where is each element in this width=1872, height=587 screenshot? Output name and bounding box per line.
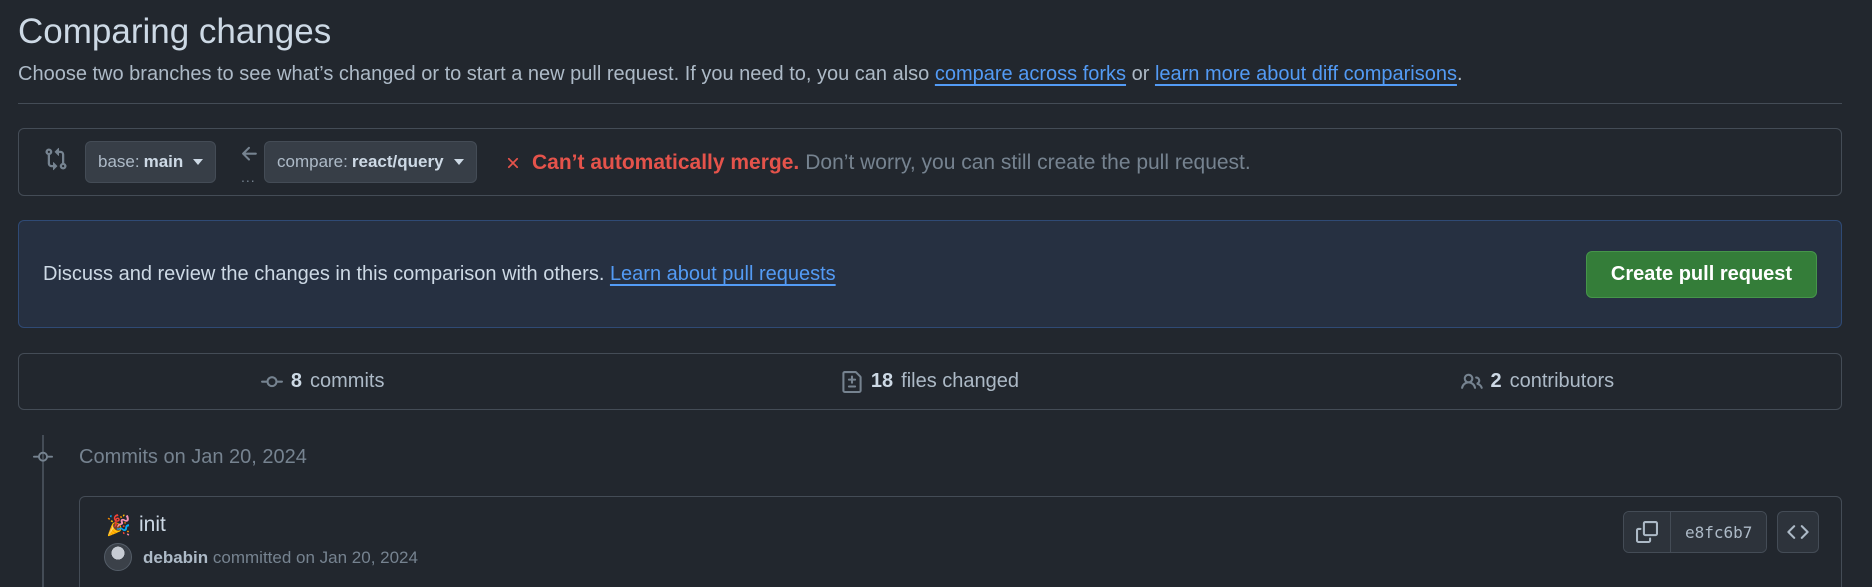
commits-summary[interactable]: 8 commits xyxy=(19,354,626,409)
git-compare-icon xyxy=(45,147,67,171)
commits-count: 8 xyxy=(290,370,302,392)
learn-about-pull-requests-link[interactable]: Learn about pull requests xyxy=(610,263,836,285)
subtitle-or: or xyxy=(1126,63,1155,85)
compare-branch-name: react/query xyxy=(351,152,444,171)
party-popper-icon: 🎉 xyxy=(106,515,131,537)
page-subtitle: Choose two branches to see what’s change… xyxy=(18,63,1463,86)
contributors-label: contributors xyxy=(1509,370,1615,392)
contributors-count: 2 xyxy=(1490,370,1502,392)
compare-across-forks-link[interactable]: compare across forks xyxy=(935,63,1126,85)
x-icon xyxy=(507,157,519,169)
header-divider xyxy=(18,103,1842,104)
create-pull-request-button[interactable]: Create pull request xyxy=(1586,251,1817,298)
commit-sha-link[interactable]: e8fc6b7 xyxy=(1671,512,1767,552)
range-dots: ... xyxy=(241,169,256,185)
pr-prompt-label: Discuss and review the changes in this c… xyxy=(43,263,610,285)
arrow-left-icon xyxy=(242,146,257,161)
commits-date-heading: Commits on Jan 20, 2024 xyxy=(79,446,307,468)
merge-info-text: Don’t worry, you can still create the pu… xyxy=(805,151,1251,174)
base-prefix: base: xyxy=(98,152,140,171)
browse-repository-button[interactable] xyxy=(1777,511,1819,553)
base-branch-select[interactable]: base: main xyxy=(85,141,217,183)
commit-meta: debabin committed on Jan 20, 2024 xyxy=(143,548,418,568)
files-count: 18 xyxy=(870,370,894,392)
files-summary[interactable]: 18 files changed xyxy=(626,354,1233,409)
contributors-summary[interactable]: 2 contributors xyxy=(1234,354,1841,409)
subtitle-suffix: . xyxy=(1456,63,1463,85)
compare-branch-select[interactable]: compare: react/query xyxy=(264,141,477,183)
file-diff-icon xyxy=(842,370,862,393)
merge-status: Can’t automatically merge. Don’t worry, … xyxy=(504,151,1251,175)
create-pr-prompt: Discuss and review the changes in this c… xyxy=(18,220,1842,328)
files-label: files changed xyxy=(901,370,1020,392)
merge-error-text: Can’t automatically merge. xyxy=(532,151,800,174)
base-branch-name: main xyxy=(143,152,184,171)
chevron-down-icon xyxy=(193,159,204,165)
commit-sha-group: e8fc6b7 xyxy=(1623,511,1768,553)
pr-prompt-text: Discuss and review the changes in this c… xyxy=(43,263,836,286)
learn-diff-comparisons-link[interactable]: learn more about diff comparisons xyxy=(1155,63,1457,85)
git-commit-icon xyxy=(260,375,283,387)
range-editor: base: main ... compare: react/query Can’… xyxy=(18,128,1842,196)
avatar[interactable] xyxy=(104,543,132,571)
commit-meta-text: committed on Jan 20, 2024 xyxy=(208,548,418,567)
commit-author-link[interactable]: debabin xyxy=(143,548,208,567)
code-icon xyxy=(1787,525,1809,539)
commit-list-item: 🎉 init debabin committed on Jan 20, 2024… xyxy=(79,496,1842,587)
git-commit-icon xyxy=(33,451,53,462)
compare-prefix: compare: xyxy=(277,152,348,171)
commit-title-link[interactable]: init xyxy=(139,513,166,537)
commits-label: commits xyxy=(310,370,385,392)
copy-icon xyxy=(1636,521,1658,543)
page-title: Comparing changes xyxy=(18,12,332,51)
comparison-summary: 8 commits 18 files changed 2 contributor… xyxy=(18,353,1842,410)
people-icon xyxy=(1460,373,1483,389)
subtitle-prefix: Choose two branches to see what’s change… xyxy=(18,63,935,85)
compare-page: Comparing changes Choose two branches to… xyxy=(0,0,1872,587)
copy-sha-button[interactable] xyxy=(1624,512,1671,552)
chevron-down-icon xyxy=(453,159,464,165)
